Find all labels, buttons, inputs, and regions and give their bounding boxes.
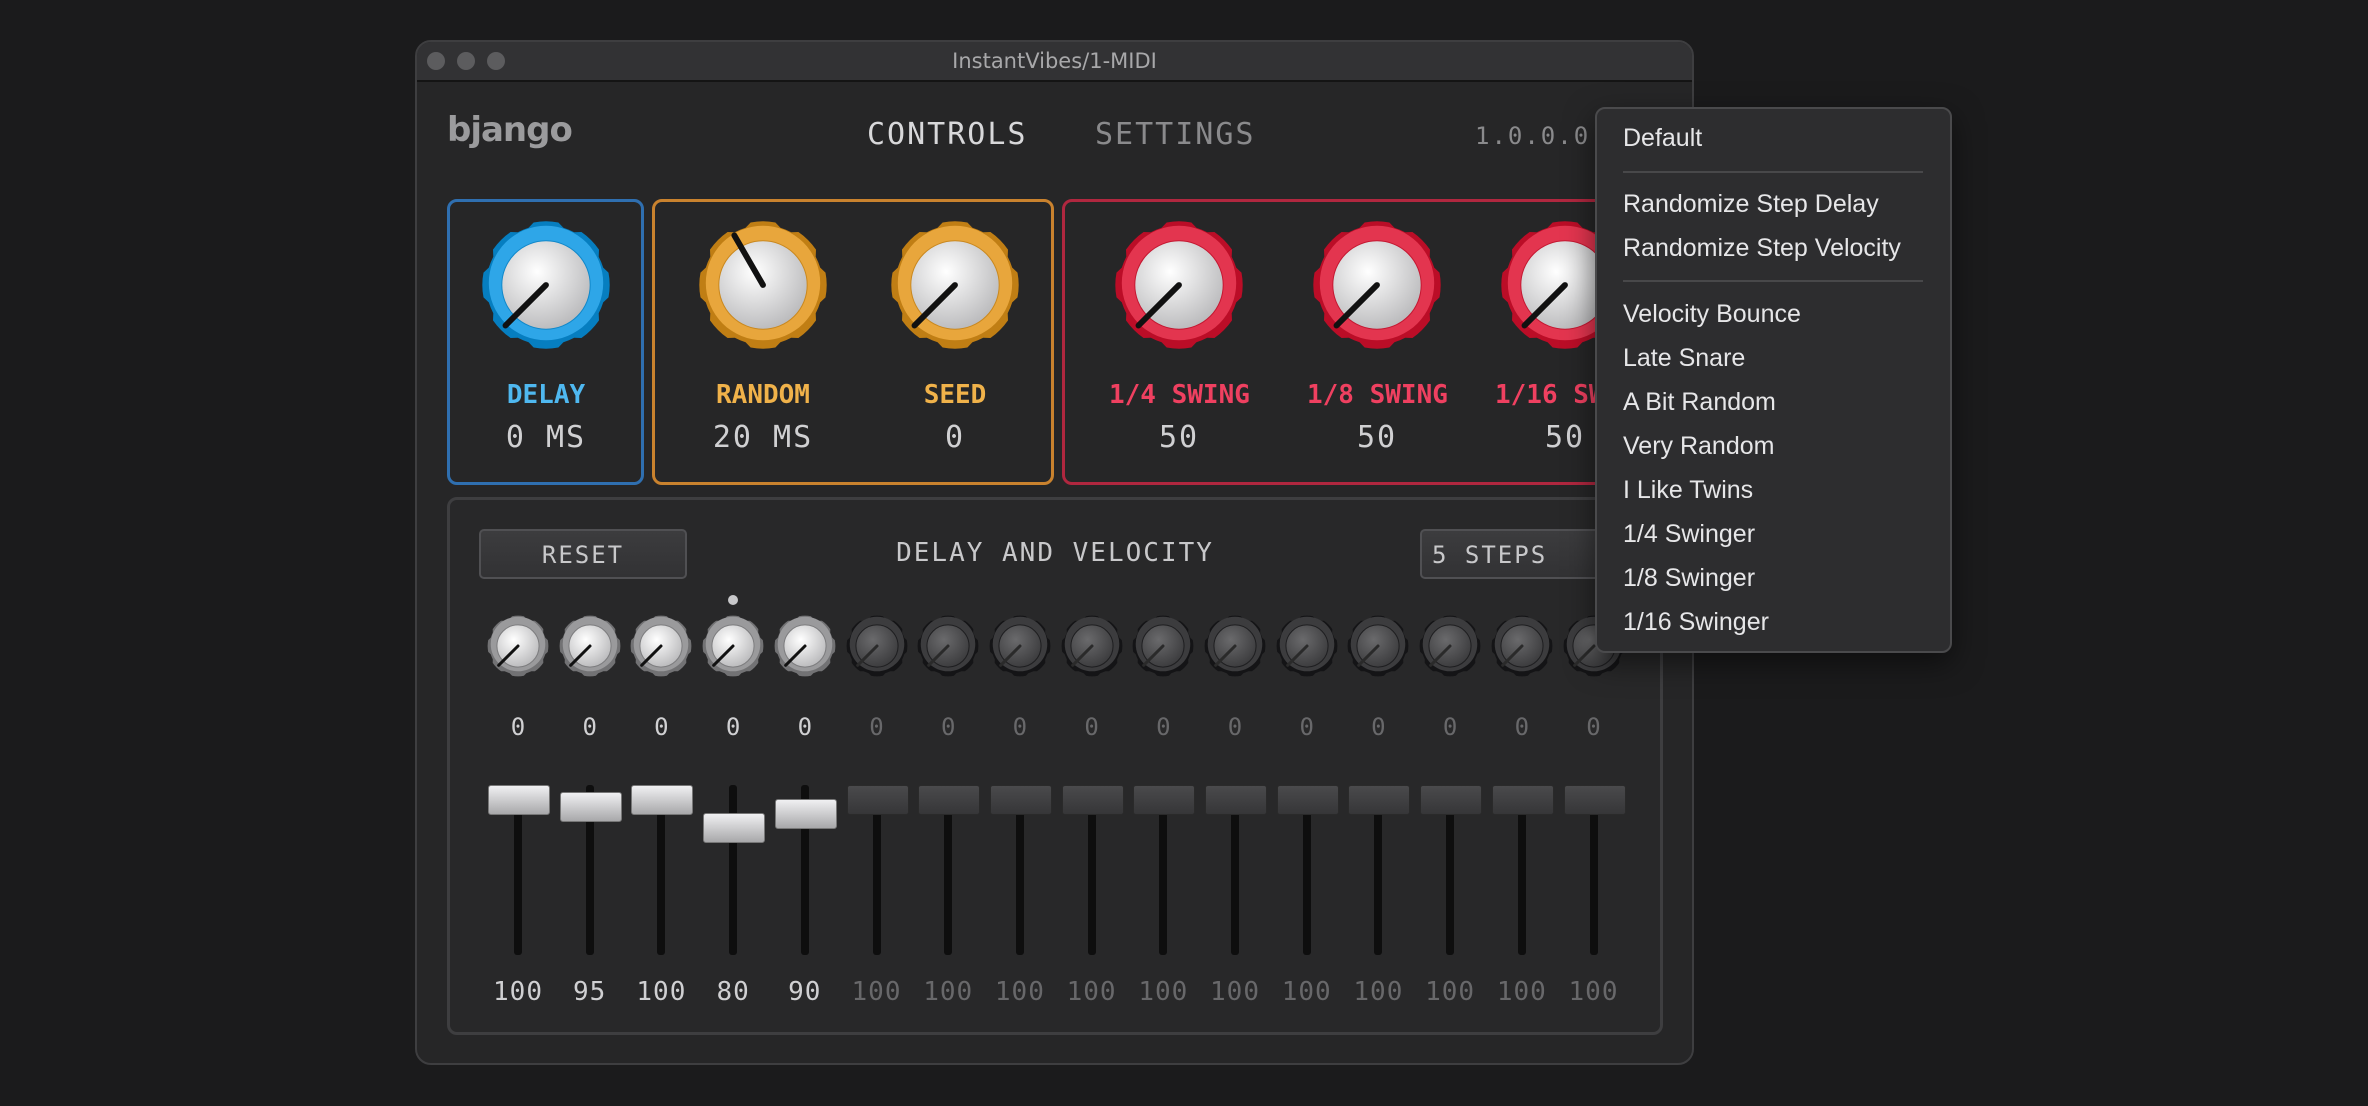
step-delay-value: 0 [940,713,956,741]
step-delay-value: 0 [510,713,526,741]
random-label: RANDOM [716,380,810,410]
tab-settings[interactable]: SETTINGS [1095,117,1256,152]
step-delay-knob[interactable] [774,615,836,677]
step-delay-value: 0 [1299,713,1314,741]
random-group: RANDOM 20 MS SEED 0 [652,199,1054,485]
velocity-slider-handle[interactable] [1491,785,1554,815]
step-delay-knob[interactable] [1347,615,1409,677]
presets-menu: Default Randomize Step Delay Randomize S… [1595,107,1952,653]
delay-velocity-sequencer: RESET DELAY AND VELOCITY 5 STEPS 0 100 0 95… [447,497,1663,1035]
step-delay-value: 0 [1371,713,1386,741]
title-bar[interactable]: InstantVibes/1-MIDI [417,42,1692,82]
step-delay-value: 0 [654,713,669,741]
steps-dropdown[interactable]: 5 STEPS [1420,529,1620,579]
velocity-slider-handle[interactable] [559,792,622,823]
step-delay-value: 0 [582,713,597,741]
menu-item-a-bit-random[interactable]: A Bit Random [1623,388,1776,417]
step-delay-value: 0 [1442,713,1458,741]
velocity-slider-handle[interactable] [1276,785,1339,815]
velocity-slider-handle[interactable] [774,799,837,830]
velocity-slider-handle[interactable] [1061,785,1124,815]
tab-controls[interactable]: CONTROLS [867,117,1028,152]
step-delay-value: 0 [1514,713,1530,741]
swing-group: 1/4 SWING 50 1/8 SWING 50 1/16 SWING 50 [1062,199,1663,485]
velocity-slider-handle[interactable] [1205,785,1267,815]
random-value: 20 MS [712,420,814,455]
menu-separator [1623,171,1923,173]
delay-value: 0 MS [505,420,587,455]
quarter-swing-label: 1/4 SWING [1109,380,1250,410]
step-delay-knob[interactable] [1061,615,1123,677]
velocity-slider-handle[interactable] [1348,785,1411,815]
menu-item-default[interactable]: Default [1623,124,1702,153]
step-delay-knob[interactable] [702,615,764,677]
velocity-slider-handle[interactable] [1563,785,1626,815]
velocity-slider-handle[interactable] [488,785,550,815]
eighth-swing-label: 1/8 SWING [1307,380,1448,410]
step-delay-knob[interactable] [1276,615,1338,677]
step-delay-knob[interactable] [559,615,621,677]
step-delay-knob[interactable] [846,615,908,677]
step-delay-value: 0 [1156,713,1171,741]
velocity-slider-handle[interactable] [989,785,1052,815]
step-velocity-value: 100 [1568,977,1619,1007]
step-delay-knob[interactable] [630,615,692,677]
step-delay-knob[interactable] [989,615,1051,677]
step-delay-value: 0 [1084,713,1099,741]
step-delay-value: 0 [1012,713,1028,741]
step-delay-value: 0 [725,713,741,741]
step-delay-knob[interactable] [1132,615,1194,677]
step-delay-knob[interactable] [917,615,979,677]
velocity-slider-handle[interactable] [631,785,694,815]
velocity-slider-handle[interactable] [846,785,909,815]
delay-group: DELAY 0 MS [447,199,644,485]
plugin-window: InstantVibes/1-MIDI bjango CONTROLS SETT… [415,40,1694,1065]
step-delay-knob[interactable] [1204,615,1266,677]
eighth-swing-value: 50 [1356,420,1398,455]
quarter-swing-value: 50 [1158,420,1200,455]
menu-item-quarter-swinger[interactable]: 1/4 Swinger [1623,520,1755,549]
velocity-slider-track[interactable] [729,785,738,955]
menu-item-i-like-twins[interactable]: I Like Twins [1623,476,1753,505]
velocity-slider-handle[interactable] [703,813,766,844]
velocity-slider-handle[interactable] [1133,785,1196,815]
quarter-swing-knob[interactable] [1114,220,1244,350]
delay-label: DELAY [506,380,586,410]
step-delay-value: 0 [1586,713,1601,741]
window-title: InstantVibes/1-MIDI [952,49,1157,73]
menu-separator [1623,280,1923,282]
menu-item-late-snare[interactable]: Late Snare [1623,344,1745,373]
menu-item-velocity-bounce[interactable]: Velocity Bounce [1623,300,1801,329]
eighth-swing-knob[interactable] [1312,220,1442,350]
menu-item-eighth-swinger[interactable]: 1/8 Swinger [1623,564,1755,593]
step-delay-knob[interactable] [1491,615,1553,677]
step-delay-knob[interactable] [487,615,549,677]
velocity-slider-handle[interactable] [918,785,981,815]
step-delay-value: 0 [1227,713,1243,741]
step-delay-value: 0 [869,713,884,741]
seed-label: SEED [923,380,987,410]
seed-value: 0 [944,420,966,455]
step-delay-knob[interactable] [1419,615,1481,677]
seed-knob[interactable] [890,220,1020,350]
step-delay-value: 0 [797,713,813,741]
bjango-logo: bjango [447,110,573,150]
menu-item-sixteenth-swinger[interactable]: 1/16 Swinger [1623,608,1769,637]
velocity-slider-handle[interactable] [1420,785,1483,815]
menu-item-randomize-step-velocity[interactable]: Randomize Step Velocity [1623,234,1901,263]
playhead-indicator [728,595,739,605]
menu-item-very-random[interactable]: Very Random [1623,432,1774,461]
menu-item-randomize-step-delay[interactable]: Randomize Step Delay [1623,190,1879,219]
delay-knob[interactable] [481,220,611,350]
version-label: 1.0.0.0 [1475,122,1591,150]
random-knob[interactable] [698,220,828,350]
